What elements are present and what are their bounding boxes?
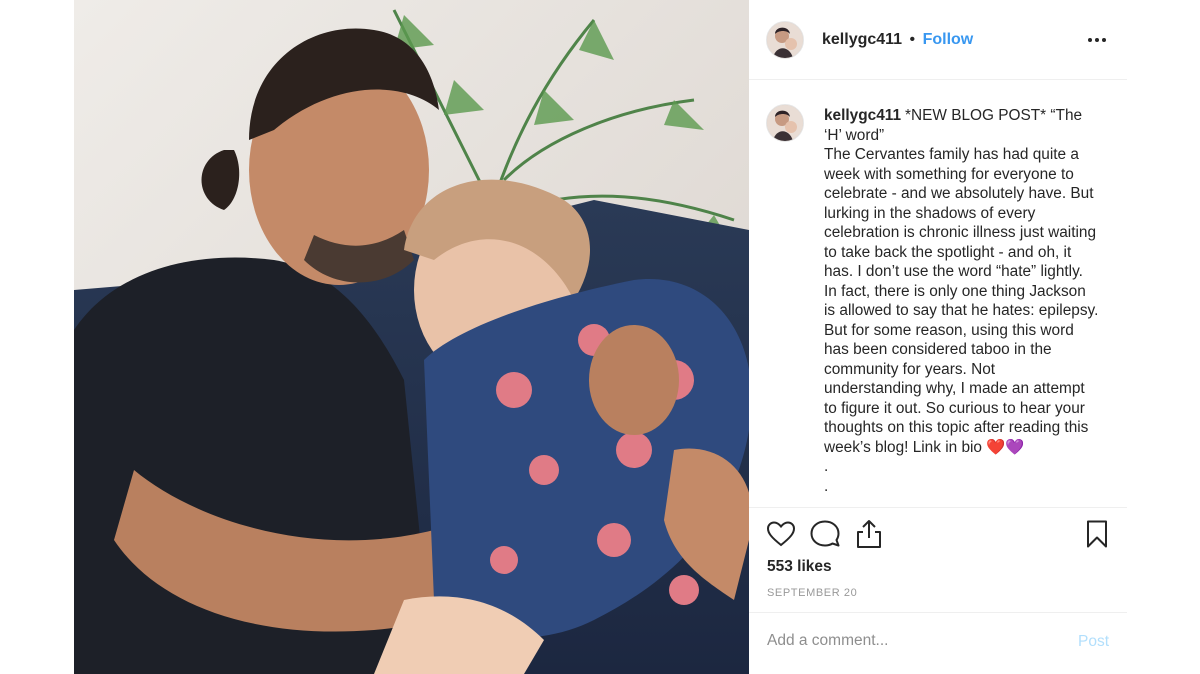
header-text: kellygc411 • Follow: [822, 31, 973, 49]
bookmark-button[interactable]: [1081, 518, 1115, 552]
comment-input[interactable]: [767, 632, 1057, 650]
caption-line: community for years. Not: [824, 360, 996, 378]
post-date[interactable]: SEPTEMBER 20: [767, 587, 857, 599]
more-options-button[interactable]: [1083, 26, 1111, 54]
caption-line: .: [824, 477, 829, 495]
caption-line: But for some reason, using this word: [824, 321, 1074, 339]
caption-line: week’s blog! Link in bio ❤️💜: [824, 438, 1025, 456]
heart-icon: [766, 521, 796, 547]
caption-line: to figure it out. So curious to hear you…: [824, 399, 1085, 417]
user-avatar[interactable]: [766, 21, 804, 59]
like-button[interactable]: [765, 518, 799, 552]
post-header: kellygc411 • Follow: [749, 0, 1127, 80]
post-details-panel: kellygc411 • Follow kellygc411 *NEW BLOG …: [749, 0, 1127, 674]
caption-line: week with something for everyone to: [824, 165, 1074, 183]
share-icon: [857, 520, 881, 548]
caption-line: kellygc411 *NEW BLOG POST* “The: [824, 106, 1116, 126]
likes-count[interactable]: 553 likes: [767, 558, 832, 576]
caption-username[interactable]: kellygc411: [824, 107, 901, 124]
caption-line: lurking in the shadows of every: [824, 204, 1036, 222]
caption-line: celebrate - and we absolutely have. But: [824, 185, 1094, 202]
caption-line: In fact, there is only one thing Jackson: [824, 282, 1086, 300]
more-horizontal-icon: [1088, 38, 1106, 42]
caption-line: thoughts on this topic after reading thi…: [824, 419, 1089, 436]
post-photo[interactable]: [74, 0, 749, 674]
comment-button[interactable]: [809, 518, 843, 552]
avatar-image: [767, 105, 803, 141]
caption-avatar[interactable]: [766, 104, 804, 142]
caption-line: has. I don’t use the word “hate” lightly…: [824, 263, 1083, 280]
divider: [749, 507, 1127, 508]
caption-line: to take back the spotlight - and oh, it: [824, 243, 1072, 261]
header-separator: •: [909, 31, 916, 48]
share-button[interactable]: [853, 518, 887, 552]
caption-line: has been considered taboo in the: [824, 341, 1052, 358]
caption-line: .: [824, 458, 829, 475]
divider: [749, 612, 1127, 613]
caption-line: ‘H’ word”: [824, 126, 885, 144]
avatar-image: [767, 22, 803, 58]
bookmark-icon: [1087, 520, 1107, 548]
caption-line: understanding why, I made an attempt: [824, 380, 1085, 397]
comment-icon: [810, 520, 840, 547]
caption-text: *NEW BLOG POST* “The: [905, 107, 1083, 124]
caption-line: The Cervantes family has had quite a: [824, 146, 1079, 163]
header-username[interactable]: kellygc411: [822, 31, 902, 48]
post-comment-button[interactable]: Post: [1078, 633, 1109, 651]
caption-line: is allowed to say that he hates: epileps…: [824, 302, 1099, 319]
caption-section: kellygc411 *NEW BLOG POST* “The ‘H’ word”…: [749, 80, 1127, 506]
photo-illustration: [74, 0, 749, 674]
post-caption: kellygc411 *NEW BLOG POST* “The ‘H’ word”…: [824, 106, 1116, 496]
follow-button[interactable]: Follow: [923, 31, 974, 48]
post-actions: [749, 516, 1127, 556]
caption-line: celebration is chronic illness just wait…: [824, 224, 1097, 241]
